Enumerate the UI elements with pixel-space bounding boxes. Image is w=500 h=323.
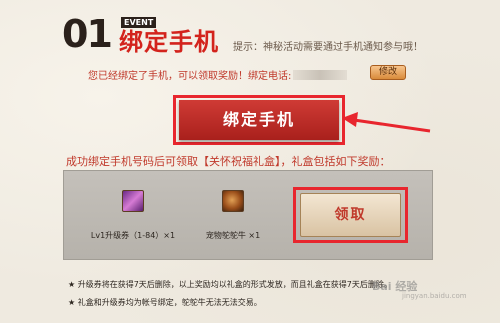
reward-label-levelup: Lv1升级券（1-84）×1: [90, 231, 176, 240]
reward-item-pet: 宠物鸵鸵牛 ×1: [188, 190, 278, 241]
pet-icon: [222, 190, 244, 212]
note-account-bound: ★ 礼盒和升级券均为帐号绑定，鸵鸵牛无法无法交易。: [68, 298, 262, 307]
pointer-arrow-icon: [342, 112, 431, 133]
note-expiry: ★ 升级券将在获得7天后删除，以上奖励均以礼盒的形式发放，而且礼盒在获得7天后删…: [68, 280, 392, 289]
bound-notice-text: 您已经绑定了手机，可以领取奖励！绑定电话:: [88, 71, 292, 82]
reward-intro: 成功绑定手机号码后可领取【关怀祝福礼盒】，礼盒包括如下奖励：: [66, 155, 391, 168]
bind-phone-button[interactable]: 绑定手机: [179, 100, 339, 140]
event-tag: EVENT: [121, 17, 157, 28]
bound-notice: 您已经绑定了手机，可以领取奖励！绑定电话:: [88, 67, 348, 82]
event-title: 绑定手机: [119, 28, 219, 56]
claim-button[interactable]: 领取: [300, 193, 401, 237]
level-up-voucher-icon: [122, 190, 144, 212]
masked-phone: [293, 69, 348, 80]
modify-phone-button[interactable]: 修改: [370, 65, 406, 80]
reward-label-pet: 宠物鸵鸵牛 ×1: [205, 231, 261, 240]
step-number: 01: [62, 12, 113, 56]
reward-item-levelup: Lv1升级券（1-84）×1: [88, 190, 178, 241]
header-hint: 提示：神秘活动需要通过手机通知参与哦！: [233, 42, 423, 53]
watermark-sub: jingyan.baidu.com: [402, 292, 467, 300]
